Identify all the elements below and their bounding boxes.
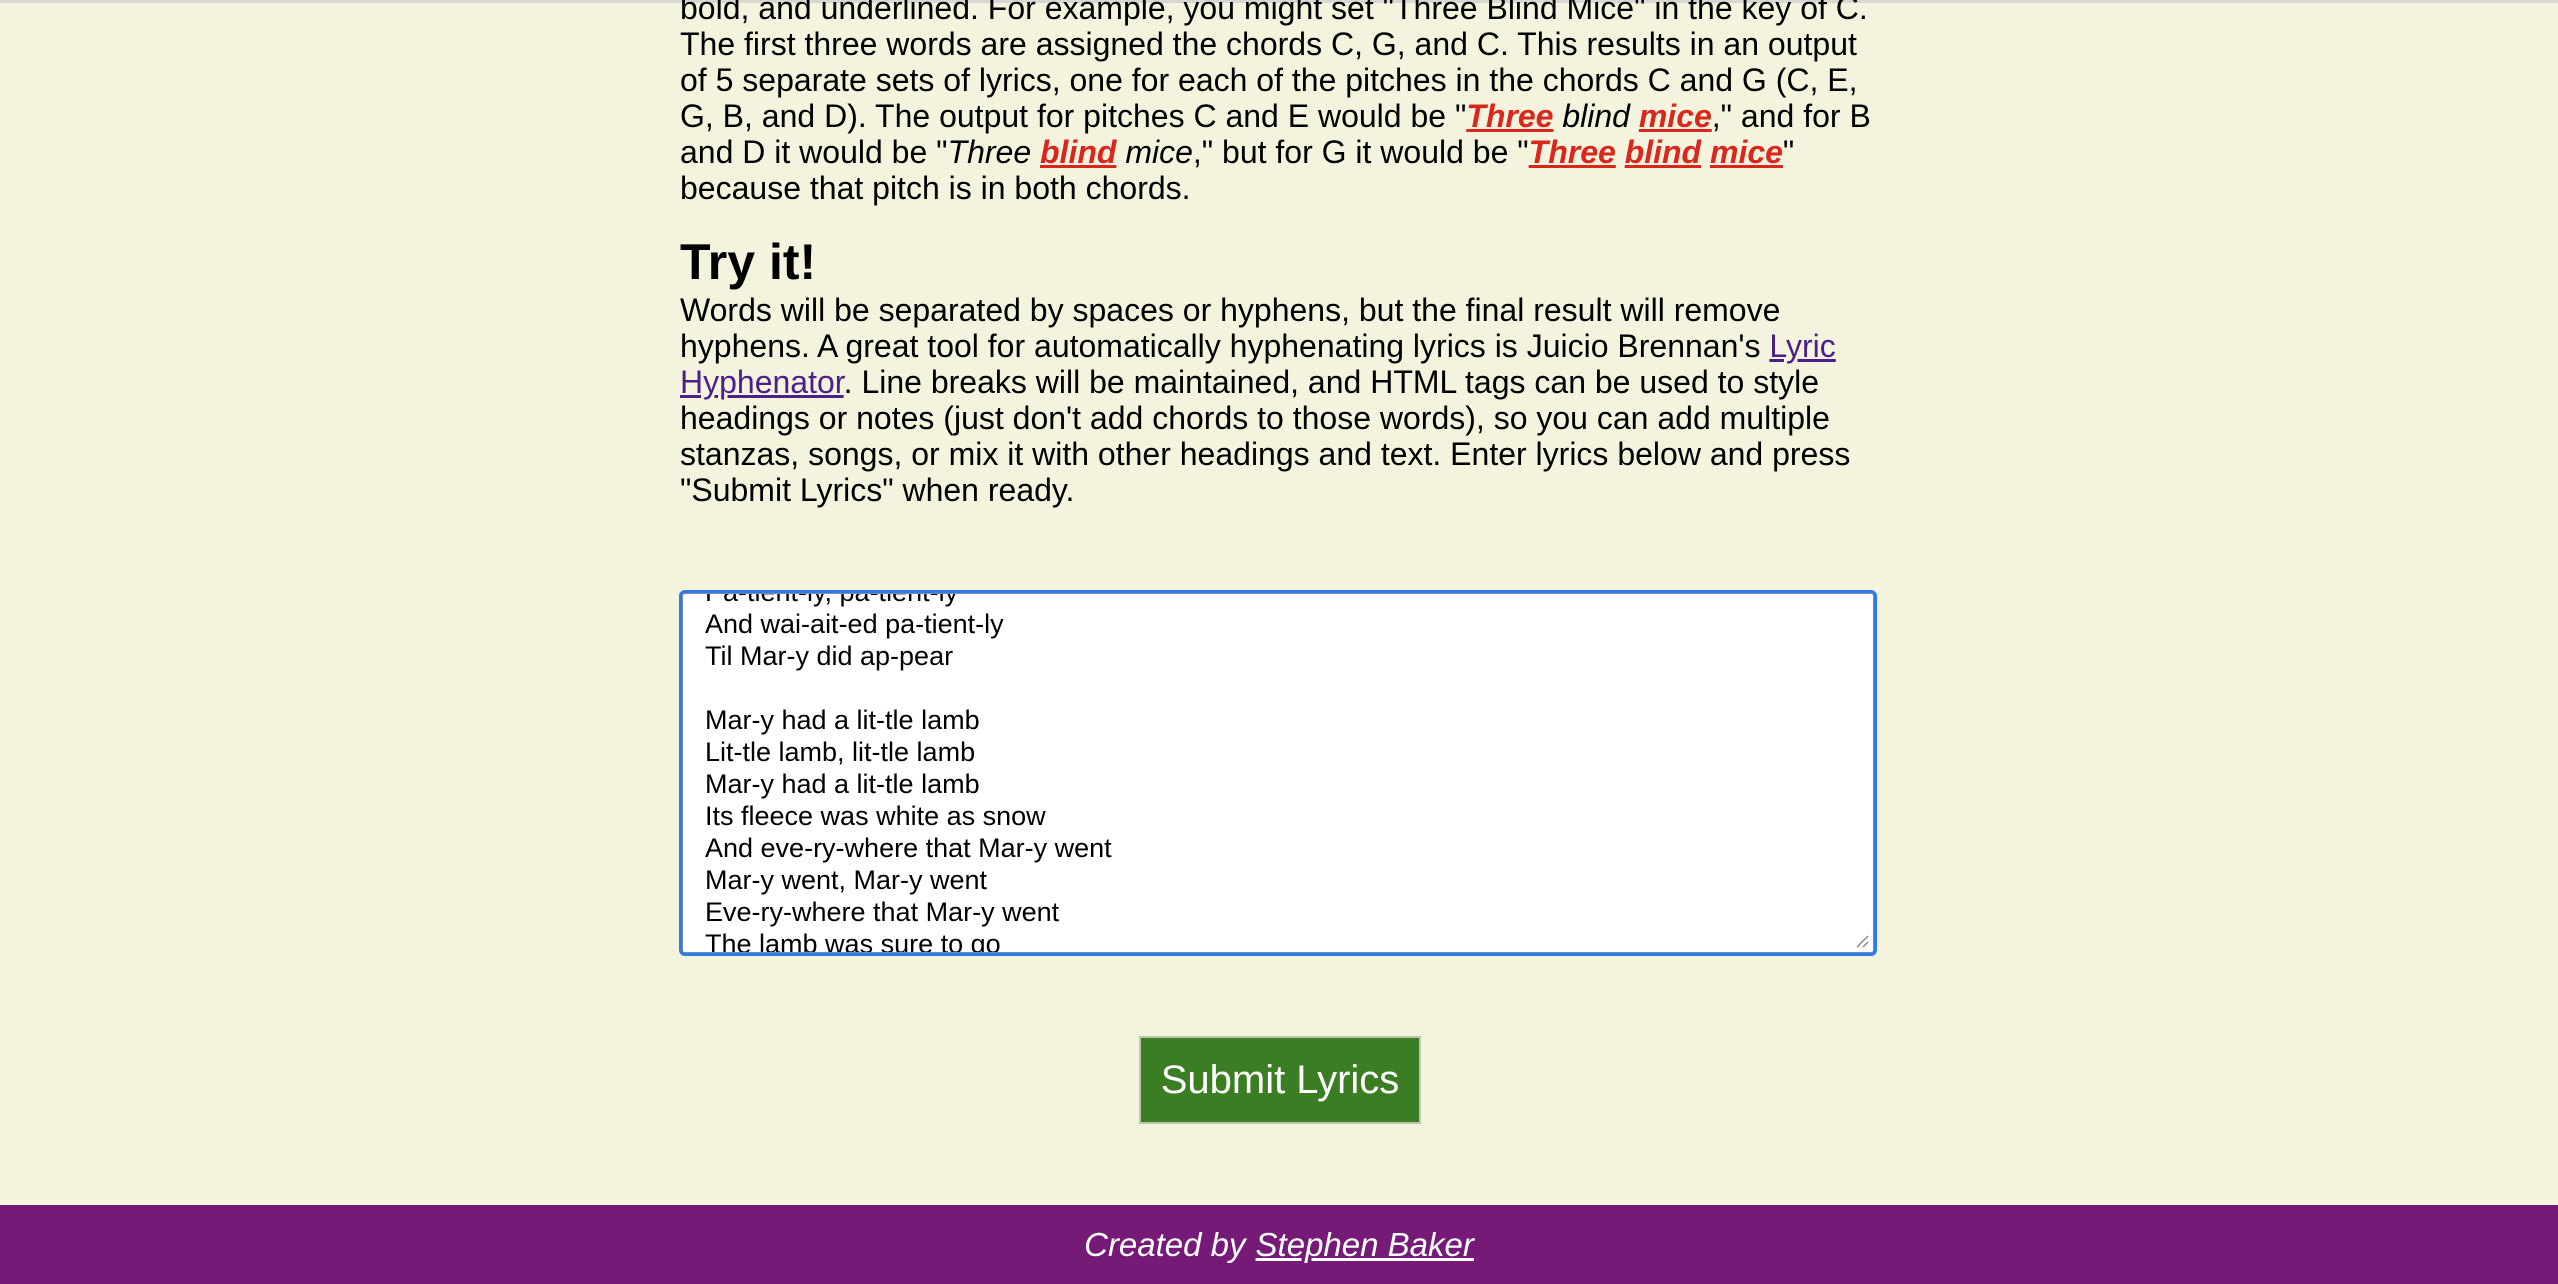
footer-prefix: Created by [1084,1225,1246,1263]
intro-line-4-text: G, B, and D). The output for pitches C a… [680,98,1467,134]
try-it-paragraph: Words will be separated by spaces or hyp… [680,292,1880,508]
intro-line-5-end: " [1782,134,1795,170]
intro-line-3: of 5 separate sets of lyrics, one for ea… [680,62,1858,98]
plain-word-mice: mice [1125,134,1193,170]
footer: Created by Stephen Baker [0,1205,2558,1284]
chord-word-three: Three [1466,98,1554,134]
try-it-text-a: Words will be separated by spaces or hyp… [680,292,1781,364]
intro-paragraph: bold, and underlined. For example, you m… [680,0,1880,206]
resize-handle-icon[interactable] [1853,932,1869,948]
try-it-text-b: . Line breaks will be maintained, and HT… [680,364,1851,508]
intro-line-5-mid: ," but for G it would be " [1192,134,1529,170]
chord-word-mice: mice [1638,98,1712,134]
chord-word-blind: blind [1040,134,1117,170]
plain-word-blind: blind [1562,98,1630,134]
main-content: bold, and underlined. For example, you m… [680,0,1880,508]
chord-word-mice-g: mice [1709,134,1783,170]
submit-lyrics-button[interactable]: Submit Lyrics [1139,1036,1421,1124]
chord-word-three-g: Three [1528,134,1616,170]
chord-word-blind-g: blind [1624,134,1702,170]
intro-line-6: because that pitch is in both chords. [680,170,1191,206]
lyrics-textarea[interactable]: Pa-tient-ly, pa-tient-ly And wai-ait-ed … [679,590,1877,956]
intro-line-1: bold, and underlined. For example, you m… [680,0,1868,26]
author-link[interactable]: Stephen Baker [1256,1226,1474,1264]
intro-line-2: The first three words are assigned the c… [680,26,1857,62]
intro-line-5-text: and D it would be " [680,134,948,170]
plain-word-three: Three [947,134,1032,170]
try-it-section: Try it! Words will be separated by space… [680,232,1880,508]
lyrics-textarea-value: Pa-tient-ly, pa-tient-ly And wai-ait-ed … [705,592,1112,954]
intro-line-4-end: ," and for B [1711,98,1871,134]
try-it-heading: Try it! [680,234,817,290]
